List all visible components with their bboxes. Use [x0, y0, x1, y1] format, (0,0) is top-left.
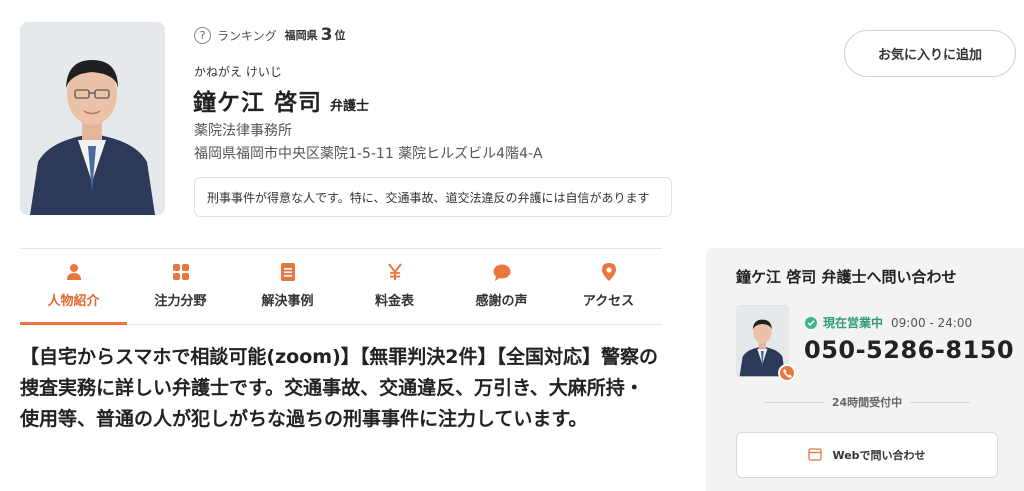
divider [764, 401, 824, 403]
contact-title: 鐘ケ江 啓司 弁護士へ問い合わせ [736, 268, 957, 286]
status-text: 現在営業中 [823, 316, 884, 330]
divider [910, 401, 970, 403]
business-status: 現在営業中 09:00 - 24:00 [805, 314, 972, 331]
office-address: 福岡県福岡市中央区薬院1-5-11 薬院ヒルズビル4階4-A [194, 146, 543, 162]
reception-text: 24時間受付中 [831, 396, 903, 409]
tab-access[interactable]: アクセス [555, 249, 662, 324]
name-row: 鐘ケ江 啓司 弁護士 [193, 83, 369, 117]
ranking: ? ランキング 福岡県 3 位 [194, 25, 346, 45]
phone-number[interactable]: 050-5286-8150 [804, 336, 1014, 364]
intro-text: 【自宅からスマホで相談可能(zoom)】【無罪判決2件】【全国対応】警察の捜査実… [20, 346, 658, 430]
tab-label: 注力分野 [154, 294, 207, 309]
tab-label: アクセス [582, 294, 635, 309]
business-hours: 09:00 - 24:00 [891, 315, 973, 330]
person-icon [65, 263, 83, 281]
phone-icon [778, 364, 796, 382]
tab-label: 人物紹介 [47, 294, 100, 309]
lawyer-name: 鐘ケ江 啓司 [193, 90, 323, 116]
calendar-icon [808, 446, 823, 465]
ranking-number: 3 [320, 25, 333, 45]
help-icon[interactable]: ? [194, 26, 211, 44]
check-icon [805, 316, 817, 329]
add-favorite-button[interactable]: お気に入りに追加 [844, 30, 1016, 77]
ranking-label: ランキング [217, 28, 277, 43]
contact-panel: 鐘ケ江 啓司 弁護士へ問い合わせ 現在営業中 09:00 - 24:00 050… [706, 248, 1024, 491]
yen-icon [386, 263, 404, 281]
profile-tabs: 人物紹介 注力分野 解決事例 料金表 感謝の声 アクセス [20, 249, 662, 325]
speech-bubble-icon [493, 263, 511, 281]
ranking-prefecture: 福岡県 [284, 29, 318, 42]
reception-note: 24時間受付中 [764, 394, 970, 410]
ranking-unit: 位 [334, 29, 346, 42]
grid-icon [172, 263, 190, 281]
tab-practice-areas[interactable]: 注力分野 [127, 249, 234, 324]
map-pin-icon [600, 263, 618, 281]
lawyer-title: 弁護士 [330, 99, 370, 114]
lawyer-photo [20, 22, 165, 215]
web-inquiry-label: Webで問い合わせ [832, 449, 926, 462]
tab-fees[interactable]: 料金表 [341, 249, 448, 324]
office-name: 薬院法律事務所 [194, 123, 292, 139]
web-inquiry-button[interactable]: Webで問い合わせ [736, 432, 998, 478]
name-kana: かねがえ けいじ [194, 65, 282, 79]
tab-label: 感謝の声 [475, 294, 528, 309]
tab-cases[interactable]: 解決事例 [234, 249, 341, 324]
tagline: 刑事事件が得意な人です。特に、交通事故、道交法違反の弁護には自信があります [194, 177, 672, 217]
tab-profile[interactable]: 人物紹介 [20, 249, 127, 325]
tab-label: 料金表 [374, 294, 414, 309]
tab-label: 解決事例 [261, 294, 314, 309]
document-icon [279, 263, 297, 281]
tab-testimonials[interactable]: 感謝の声 [448, 249, 555, 324]
